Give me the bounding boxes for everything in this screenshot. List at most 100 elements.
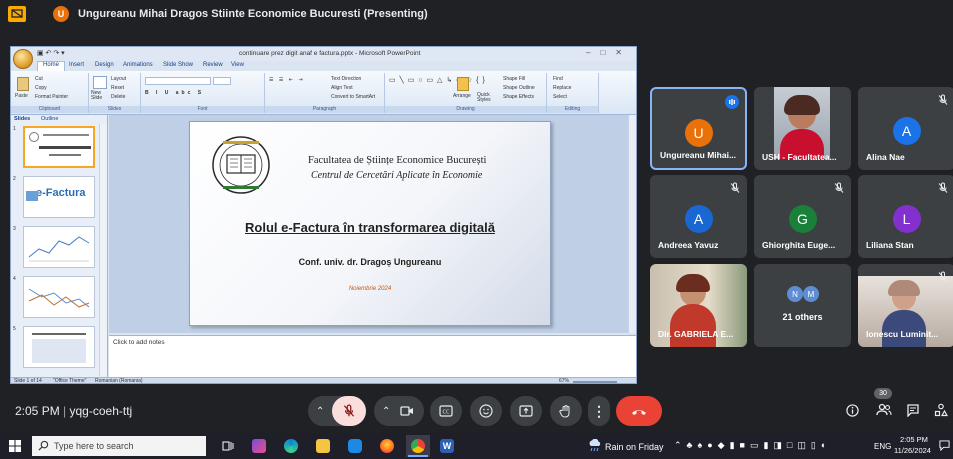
- participant-tile[interactable]: USH - Facultatea...: [754, 87, 851, 170]
- tab-insert[interactable]: Insert: [69, 62, 84, 68]
- quick-access-toolbar[interactable]: ▣ ↶ ↷ ▾: [37, 49, 65, 57]
- arrange-button[interactable]: Arrange: [453, 93, 471, 99]
- participant-avatar: A: [684, 205, 713, 233]
- taskbar-time[interactable]: 2:05 PM: [900, 435, 928, 444]
- paste-button[interactable]: Paste: [15, 93, 28, 99]
- participant-tile[interactable]: U Ungureanu Mihai...: [650, 87, 747, 170]
- notifications-icon[interactable]: [939, 440, 950, 451]
- reactions-button[interactable]: [470, 396, 502, 426]
- taskbar-search[interactable]: Type here to search: [32, 436, 206, 456]
- group-label: Clipboard: [11, 106, 88, 113]
- info-icon[interactable]: [846, 404, 859, 417]
- copilot-app-icon[interactable]: [252, 439, 266, 453]
- text-direction-button[interactable]: Text Direction: [331, 76, 361, 82]
- align-text-button[interactable]: Align Text: [331, 85, 353, 91]
- slide-thumbnail-1[interactable]: [23, 126, 95, 168]
- paste-icon[interactable]: [17, 77, 29, 91]
- tab-slides[interactable]: Slides: [14, 116, 30, 122]
- store-app-icon[interactable]: [348, 439, 362, 453]
- office-button[interactable]: [13, 49, 33, 69]
- font-name-select[interactable]: [145, 77, 211, 85]
- video-options-chevron-icon[interactable]: ⌃: [382, 406, 390, 417]
- group-label: Paragraph: [265, 106, 384, 113]
- arrange-icon[interactable]: [457, 77, 469, 91]
- layout-button[interactable]: Layout: [111, 76, 126, 82]
- slide-scrollbar[interactable]: [628, 115, 636, 333]
- current-slide[interactable]: Facultatea de Științe Economice Bucureșt…: [189, 121, 551, 326]
- tab-design[interactable]: Design: [95, 62, 114, 68]
- word-app-icon[interactable]: W: [440, 439, 454, 453]
- edge-browser-icon[interactable]: [284, 439, 298, 453]
- windows-start-icon[interactable]: [9, 440, 21, 452]
- participant-tile[interactable]: A Andreea Yavuz: [650, 175, 747, 258]
- notes-pane[interactable]: Click to add notes: [109, 335, 636, 377]
- ribbon: Paste Cut Copy Format Painter Clipboard …: [11, 71, 636, 115]
- tab-animations[interactable]: Animations: [123, 62, 153, 68]
- participant-tile[interactable]: Dir. GABRIELA E...: [650, 264, 747, 347]
- shape-fill-button[interactable]: Shape Fill: [503, 76, 525, 82]
- smartart-button[interactable]: Convert to SmartArt: [331, 94, 375, 100]
- thumbnails-scrollbar[interactable]: [99, 124, 107, 376]
- find-button[interactable]: Find: [553, 76, 563, 82]
- tab-outline[interactable]: Outline: [41, 116, 58, 122]
- tab-home[interactable]: Home: [37, 61, 66, 71]
- participant-tile[interactable]: A Alina Nae: [858, 87, 953, 170]
- weather-text[interactable]: Rain on Friday: [605, 442, 664, 452]
- thumb-number: 1: [13, 126, 16, 132]
- delete-button[interactable]: Delete: [111, 94, 125, 100]
- thumb-efactura-text: e-Factura: [36, 187, 86, 199]
- slide-thumbnail-3[interactable]: [23, 226, 95, 268]
- slide-thumbnail-5[interactable]: [23, 326, 95, 368]
- chat-icon[interactable]: [906, 403, 920, 417]
- participant-tile[interactable]: Ionescu Luminit...: [858, 264, 953, 347]
- font-size-select[interactable]: [213, 77, 231, 85]
- zoom-slider[interactable]: [573, 381, 617, 383]
- audio-options-chevron-icon[interactable]: ⌃: [316, 406, 324, 417]
- slide-thumbnail-4[interactable]: [23, 276, 95, 318]
- window-controls[interactable]: –□✕: [586, 48, 632, 57]
- file-explorer-icon[interactable]: [316, 439, 330, 453]
- present-button[interactable]: [510, 396, 542, 426]
- reset-button[interactable]: Reset: [111, 85, 124, 91]
- mic-toggle-button[interactable]: [332, 396, 366, 426]
- shapes-gallery[interactable]: ▭ ╲ ▭ ○ ▭ △ ↳ ⇒ ☆ { }: [389, 76, 486, 84]
- people-icon[interactable]: [876, 403, 892, 417]
- shape-outline-button[interactable]: Shape Outline: [503, 85, 535, 91]
- format-painter-button[interactable]: Format Painter: [35, 94, 68, 100]
- mic-off-icon: [938, 94, 948, 105]
- quick-styles-button[interactable]: Quick Styles: [477, 93, 499, 103]
- replace-button[interactable]: Replace: [553, 85, 571, 91]
- select-button[interactable]: Select: [553, 94, 567, 100]
- more-options-button[interactable]: ⋮: [588, 396, 610, 426]
- participant-tile[interactable]: L Liliana Stan: [858, 175, 953, 258]
- tab-slide-show[interactable]: Slide Show: [163, 62, 193, 68]
- firefox-icon[interactable]: [380, 439, 394, 453]
- taskbar-date[interactable]: 11/26/2024: [894, 446, 931, 455]
- zoom-level[interactable]: 67%: [559, 378, 569, 383]
- new-slide-icon[interactable]: [93, 76, 107, 89]
- tab-review[interactable]: Review: [203, 62, 223, 68]
- participant-tile[interactable]: G Ghiorghita Euge...: [754, 175, 851, 258]
- new-slide-button[interactable]: New Slide: [91, 91, 111, 101]
- copy-button[interactable]: Copy: [35, 85, 47, 91]
- slide-thumbnail-2[interactable]: e-Factura: [23, 176, 95, 218]
- chrome-taskbar-button[interactable]: [406, 435, 430, 457]
- captions-button[interactable]: CC: [430, 396, 462, 426]
- raise-hand-button[interactable]: [550, 396, 582, 426]
- input-language[interactable]: ENG: [874, 442, 891, 451]
- shape-effects-button[interactable]: Shape Effects: [503, 94, 534, 100]
- activities-icon[interactable]: [934, 403, 948, 417]
- list-buttons[interactable]: ☰ ☰ ⇤ ⇥: [269, 77, 305, 83]
- presentation-icon[interactable]: [8, 6, 26, 22]
- camera-icon[interactable]: [400, 405, 414, 417]
- participant-tile-others[interactable]: N M 21 others: [754, 264, 851, 347]
- slide-editor: Facultatea de Științe Economice Bucureșt…: [109, 115, 636, 333]
- font-format-buttons[interactable]: B I U abc S: [145, 90, 204, 96]
- leave-call-button[interactable]: [616, 396, 662, 426]
- system-tray-icons[interactable]: ⌃♣♠●◆▮■▭▮◨□◫▯◐: [674, 440, 831, 451]
- task-view-icon[interactable]: [222, 440, 234, 452]
- cut-button[interactable]: Cut: [35, 76, 43, 82]
- tab-view[interactable]: View: [231, 62, 244, 68]
- status-theme: "Office Theme": [53, 378, 87, 384]
- thumb-number: 2: [13, 176, 16, 182]
